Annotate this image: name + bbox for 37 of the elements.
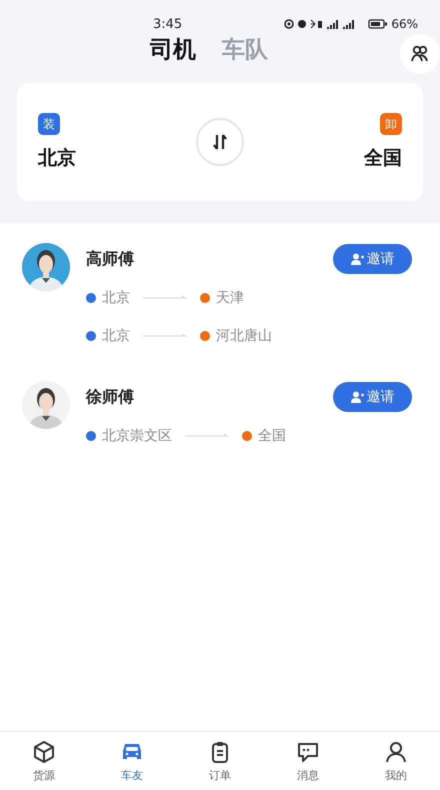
origin-dot xyxy=(86,293,96,303)
invite-button[interactable]: 邀请 xyxy=(333,382,412,412)
swap-button[interactable] xyxy=(196,118,244,166)
city-label[interactable]: 全国 xyxy=(364,145,402,171)
driver-name: 徐师傅 xyxy=(86,386,134,408)
origin-city: 北京崇文区 xyxy=(102,427,172,445)
status-time: 3:45 xyxy=(153,16,182,32)
nav-tab[interactable]: 货源 xyxy=(14,740,74,782)
city-label[interactable]: 北京 xyxy=(38,145,76,171)
origin-dot xyxy=(86,431,96,441)
destination-dot xyxy=(200,331,210,341)
person-icon xyxy=(384,740,408,764)
nav-tab[interactable]: 车友 xyxy=(102,740,162,782)
origin-city: 北京 xyxy=(102,327,130,345)
destination-city: 天津 xyxy=(216,289,244,307)
add-person-icon xyxy=(350,253,364,265)
people-icon xyxy=(411,45,429,63)
destination-city: 全国 xyxy=(258,427,286,445)
destination-city: 河北唐山 xyxy=(216,327,272,345)
origin-dot xyxy=(86,331,96,341)
contacts-button[interactable] xyxy=(400,34,440,74)
invite-button[interactable]: 邀请 xyxy=(333,244,412,274)
add-person-icon xyxy=(350,391,364,403)
tab[interactable]: 司机 xyxy=(150,34,196,65)
badge: 装 xyxy=(38,113,60,135)
driver-name: 高师傅 xyxy=(86,248,134,270)
swap-icon xyxy=(212,133,228,151)
nav-tab[interactable]: 订单 xyxy=(190,740,250,782)
nav-tab[interactable]: 消息 xyxy=(278,740,338,782)
destination-dot xyxy=(200,293,210,303)
battery-percent: 66% xyxy=(391,17,418,31)
badge: 卸 xyxy=(380,113,402,135)
box-icon xyxy=(32,740,56,764)
destination-dot xyxy=(242,431,252,441)
origin-city: 北京 xyxy=(102,289,130,307)
nav-tab[interactable]: 我的 xyxy=(366,740,426,782)
battery-icon xyxy=(368,18,388,30)
